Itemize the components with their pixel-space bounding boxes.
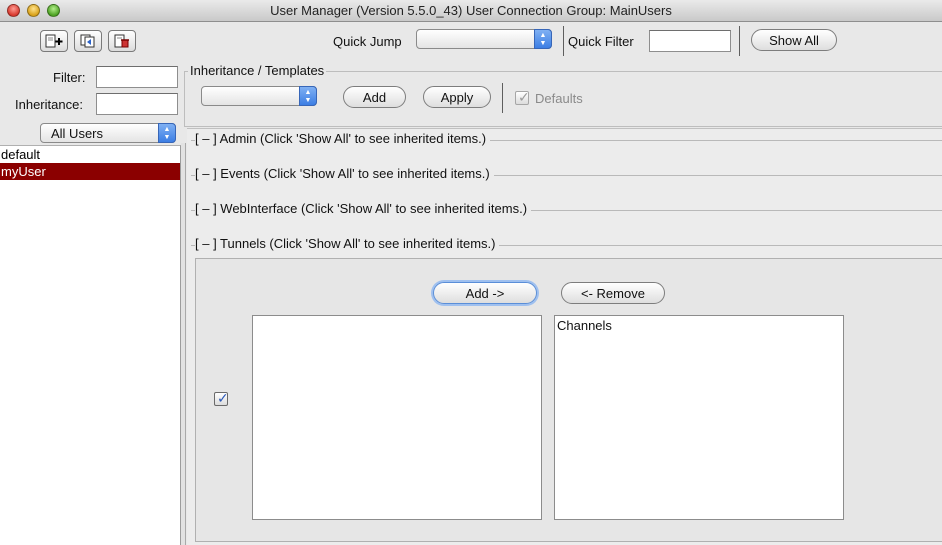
combo-arrows-icon: ▲ ▼	[158, 123, 176, 143]
combo-arrows-icon: ▲ ▼	[299, 86, 317, 106]
section-admin[interactable]: [ – ] Admin (Click 'Show All' to see inh…	[191, 131, 942, 149]
quick-filter-label: Quick Filter	[568, 34, 634, 49]
section-webinterface-label[interactable]: [ – ] WebInterface (Click 'Show All' to …	[195, 201, 532, 216]
permissions-pane: [ – ] Admin (Click 'Show All' to see inh…	[187, 128, 942, 545]
quick-jump-combo[interactable]: ▲ ▼	[416, 29, 552, 49]
user-list-item-default[interactable]: default	[0, 146, 180, 163]
section-events[interactable]: [ – ] Events (Click 'Show All' to see in…	[191, 166, 942, 184]
template-combo[interactable]: ▲ ▼	[201, 86, 317, 106]
filter-label: Filter:	[53, 70, 86, 85]
available-tunnels-list[interactable]	[252, 315, 542, 520]
delete-user-button[interactable]	[108, 30, 136, 52]
toolbar-divider	[563, 26, 564, 56]
new-document-plus-icon	[45, 34, 63, 48]
tunnel-remove-button[interactable]: <- Remove	[561, 282, 665, 304]
quick-filter-input[interactable]	[649, 30, 731, 52]
template-add-button[interactable]: Add	[343, 86, 406, 108]
checkmark-icon: ✓	[518, 89, 530, 105]
tunnel-add-button[interactable]: Add ->	[433, 282, 537, 304]
inheritance-templates-legend: Inheritance / Templates	[188, 63, 327, 78]
toolbar-divider	[739, 26, 740, 56]
tunnels-enabled-checkbox[interactable]: ✓	[214, 390, 229, 406]
inheritance-input[interactable]	[96, 93, 178, 115]
inheritance-label: Inheritance:	[15, 97, 83, 112]
new-user-button[interactable]	[40, 30, 68, 52]
user-list-item-myuser[interactable]: myUser	[0, 163, 180, 180]
section-webinterface[interactable]: [ – ] WebInterface (Click 'Show All' to …	[191, 201, 942, 219]
selected-tunnels-header: Channels	[557, 318, 612, 333]
user-filter-combo[interactable]: All Users ▲ ▼	[40, 123, 176, 143]
section-admin-label[interactable]: [ – ] Admin (Click 'Show All' to see inh…	[195, 131, 491, 146]
tunnels-panel: Add -> <- Remove Channels ✓	[195, 258, 942, 542]
delete-document-icon	[114, 34, 129, 48]
user-list: default myUser	[0, 145, 181, 545]
template-apply-button[interactable]: Apply	[423, 86, 491, 108]
defaults-label: Defaults	[535, 91, 583, 106]
title-bar: User Manager (Version 5.5.0_43) User Con…	[0, 0, 942, 22]
section-events-label[interactable]: [ – ] Events (Click 'Show All' to see in…	[195, 166, 494, 181]
section-tunnels-label[interactable]: [ – ] Tunnels (Click 'Show All' to see i…	[195, 236, 500, 251]
filter-input[interactable]	[96, 66, 178, 88]
combo-arrows-icon: ▲ ▼	[534, 29, 552, 49]
checkmark-icon: ✓	[217, 390, 229, 406]
window-title: User Manager (Version 5.5.0_43) User Con…	[270, 3, 672, 18]
copy-user-button[interactable]	[74, 30, 102, 52]
show-all-button[interactable]: Show All	[751, 29, 837, 51]
defaults-checkbox[interactable]: ✓	[515, 89, 530, 105]
group-divider	[502, 83, 503, 113]
selected-tunnels-list[interactable]: Channels	[554, 315, 844, 520]
section-tunnels[interactable]: [ – ] Tunnels (Click 'Show All' to see i…	[191, 236, 942, 254]
copy-document-icon	[80, 34, 95, 48]
quick-jump-label: Quick Jump	[333, 34, 402, 49]
split-pane-divider[interactable]	[181, 143, 186, 545]
